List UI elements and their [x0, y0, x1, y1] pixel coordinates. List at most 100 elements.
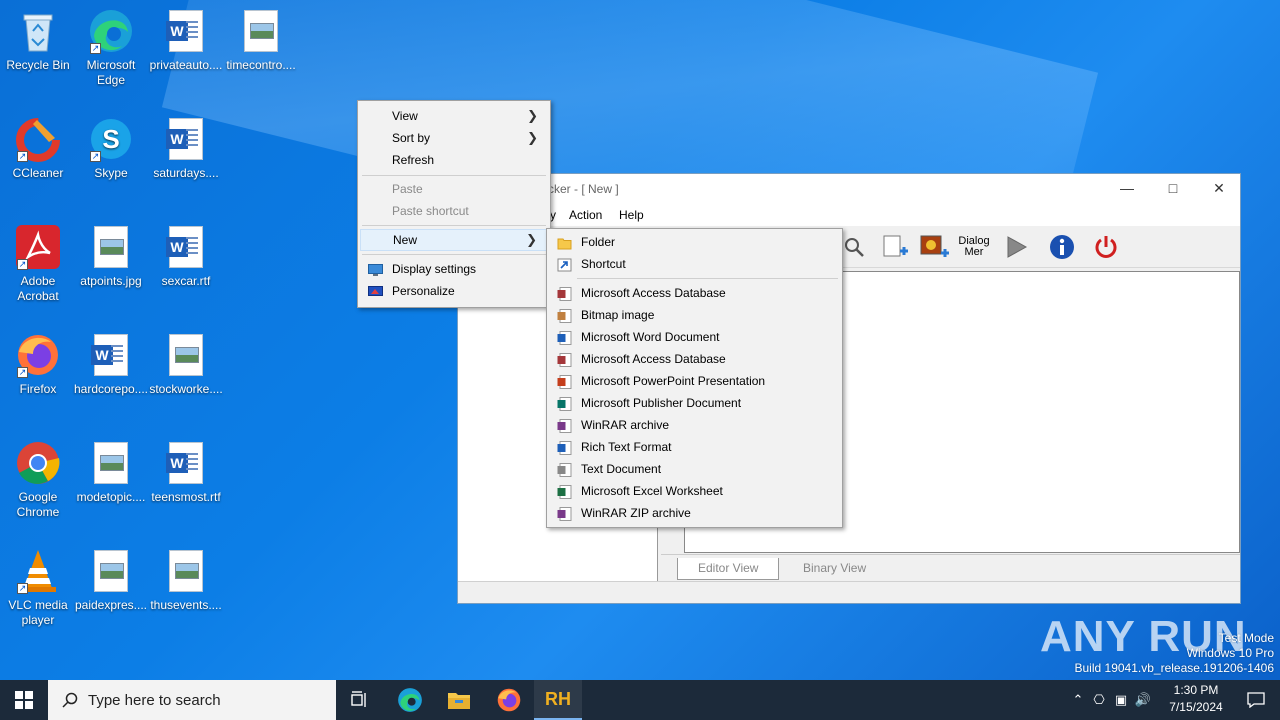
desktop-icon-thusevents[interactable]: thusevents.... [148, 548, 224, 613]
network-activity-icon[interactable]: ⎔ [1088, 692, 1110, 708]
desktop-icon-edge[interactable]: ↗ Microsoft Edge [73, 8, 149, 88]
dialog-merger-icon[interactable]: Dialog Mer [956, 231, 992, 263]
taskbar-edge-button[interactable] [386, 680, 434, 720]
taskbar-clock[interactable]: 1:30 PM 7/15/2024 [1160, 682, 1232, 716]
power-icon[interactable] [1090, 231, 1122, 263]
taskbar-search-box[interactable]: Type here to search [48, 680, 336, 720]
powerpoint-icon [557, 374, 572, 389]
menu-item-new-file[interactable]: Microsoft Publisher Document [549, 392, 840, 414]
volume-icon[interactable]: 🔊 [1132, 692, 1154, 708]
menu-item-new-file[interactable]: Microsoft Word Document [549, 326, 840, 348]
menu-item-new-file[interactable]: Microsoft Access Database [549, 348, 840, 370]
desktop-icon-acrobat[interactable]: ↗ Adobe Acrobat [0, 224, 76, 304]
menu-item-new[interactable]: New ❯ [360, 229, 548, 251]
search-icon [62, 692, 78, 708]
desktop-icon-hardcorepo[interactable]: W hardcorepo.... [73, 332, 149, 397]
desktop-icon-stockworke[interactable]: stockworke.... [148, 332, 224, 397]
search-placeholder: Type here to search [88, 691, 221, 709]
shortcut-icon [557, 257, 572, 272]
desktop-icon-firefox[interactable]: ↗ Firefox [0, 332, 76, 397]
window-titlebar[interactable]: cker - [ New ] — □ ✕ [458, 174, 1240, 204]
excel-icon [557, 484, 572, 499]
word-doc-icon: W [163, 440, 209, 486]
menu-help[interactable]: Help [619, 208, 644, 222]
desktop-icon-ccleaner[interactable]: ↗ CCleaner [0, 116, 76, 181]
menu-item-label: Microsoft Publisher Document [581, 396, 742, 410]
desktop-icon-timecontro[interactable]: timecontro.... [223, 8, 299, 73]
maximize-button[interactable]: □ [1150, 174, 1196, 204]
menu-item-paste[interactable]: Paste [360, 178, 548, 200]
watermark-line-2: Windows 10 Pro [1186, 646, 1274, 660]
desktop-icon-label: thusevents.... [150, 598, 222, 612]
desktop-icon-label: privateauto.... [149, 58, 223, 72]
chevron-right-icon: ❯ [526, 232, 537, 247]
word-doc-icon: W [163, 116, 209, 162]
shortcut-arrow-icon: ↗ [17, 151, 28, 162]
file-explorer-icon [448, 693, 470, 709]
menu-item-new-file[interactable]: Microsoft Excel Worksheet [549, 480, 840, 502]
taskbar-firefox-button[interactable] [485, 680, 533, 720]
notification-button[interactable] [1232, 680, 1280, 720]
add-resource-icon[interactable] [878, 231, 910, 263]
menu-item-display-settings[interactable]: Display settings [360, 258, 548, 280]
taskbar-resource-hacker-button[interactable]: RH [534, 680, 582, 720]
menu-item-new-file[interactable]: WinRAR ZIP archive [549, 502, 840, 524]
menu-item-sort-by[interactable]: Sort by ❯ [360, 127, 548, 149]
desktop-icon-sexcar[interactable]: W sexcar.rtf [148, 224, 224, 289]
image-file-icon [163, 548, 209, 594]
text-doc-icon [557, 462, 572, 477]
start-button[interactable] [0, 680, 48, 720]
new-submenu: Folder Shortcut Microsoft Access Databas… [546, 228, 843, 528]
desktop-icon-privateauto[interactable]: W privateauto.... [148, 8, 224, 73]
desktop-icon-chrome[interactable]: Google Chrome [0, 440, 76, 520]
window-menubar: y Action Help [458, 204, 1240, 226]
menu-item-paste-shortcut[interactable]: Paste shortcut [360, 200, 548, 222]
minimize-button[interactable]: — [1104, 174, 1150, 204]
tab-binary-view[interactable]: Binary View [783, 558, 886, 580]
menu-item-shortcut[interactable]: Shortcut [549, 253, 840, 275]
desktop-icon-recycle-bin[interactable]: Recycle Bin [0, 8, 76, 73]
recycle-bin-icon [15, 8, 61, 54]
play-icon[interactable] [1000, 231, 1032, 263]
menu-item-refresh[interactable]: Refresh [360, 149, 548, 171]
desktop-icon-atpoints[interactable]: atpoints.jpg [73, 224, 149, 289]
network-icon[interactable]: ▣ [1110, 692, 1132, 708]
desktop-context-menu: View ❯ Sort by ❯ Refresh Paste Paste sho… [357, 100, 551, 308]
menu-item-new-file[interactable]: Bitmap image [549, 304, 840, 326]
desktop-icon-saturdays[interactable]: W saturdays.... [148, 116, 224, 181]
add-image-icon[interactable] [918, 231, 950, 263]
menu-item-new-file[interactable]: Rich Text Format [549, 436, 840, 458]
desktop-icon-skype[interactable]: S ↗ Skype [73, 116, 149, 181]
menu-action[interactable]: Action [569, 208, 602, 222]
chrome-icon [15, 440, 61, 486]
word-doc-icon: W [163, 224, 209, 270]
skype-icon: S ↗ [88, 116, 134, 162]
desktop-icon-vlc[interactable]: ↗ VLC media player [0, 548, 76, 628]
close-button[interactable]: ✕ [1196, 174, 1242, 204]
tab-editor-view[interactable]: Editor View [677, 558, 780, 580]
desktop-icon-label: stockworke.... [149, 382, 223, 396]
word-doc-icon: W [163, 8, 209, 54]
desktop-icon-modetopic[interactable]: modetopic.... [73, 440, 149, 505]
task-view-button[interactable] [336, 680, 384, 720]
desktop-icon-label: atpoints.jpg [80, 274, 142, 288]
menu-item-new-file[interactable]: Text Document [549, 458, 840, 480]
watermark-line-1: Test Mode [1218, 631, 1274, 645]
menu-item-personalize[interactable]: Personalize [360, 280, 548, 302]
desktop-icon-paidexpres[interactable]: paidexpres.... [73, 548, 149, 613]
ccleaner-icon: ↗ [15, 116, 61, 162]
desktop-icon-teensmost[interactable]: W teensmost.rtf [148, 440, 224, 505]
menu-item-new-file[interactable]: Microsoft PowerPoint Presentation [549, 370, 840, 392]
notification-icon [1247, 692, 1265, 708]
menu-item-folder[interactable]: Folder [549, 231, 840, 253]
info-icon[interactable] [1046, 231, 1078, 263]
clock-date: 7/15/2024 [1169, 700, 1223, 714]
desktop-icon-label: Adobe Acrobat [17, 274, 59, 303]
chevron-up-icon[interactable]: ⌃ [1068, 692, 1088, 708]
menu-item-new-file[interactable]: Microsoft Access Database [549, 282, 840, 304]
menu-item-new-file[interactable]: WinRAR archive [549, 414, 840, 436]
taskbar-explorer-button[interactable] [435, 680, 483, 720]
desktop-icon-label: hardcorepo.... [73, 382, 149, 396]
desktop-icon-label: Skype [94, 166, 128, 180]
menu-item-view[interactable]: View ❯ [360, 105, 548, 127]
